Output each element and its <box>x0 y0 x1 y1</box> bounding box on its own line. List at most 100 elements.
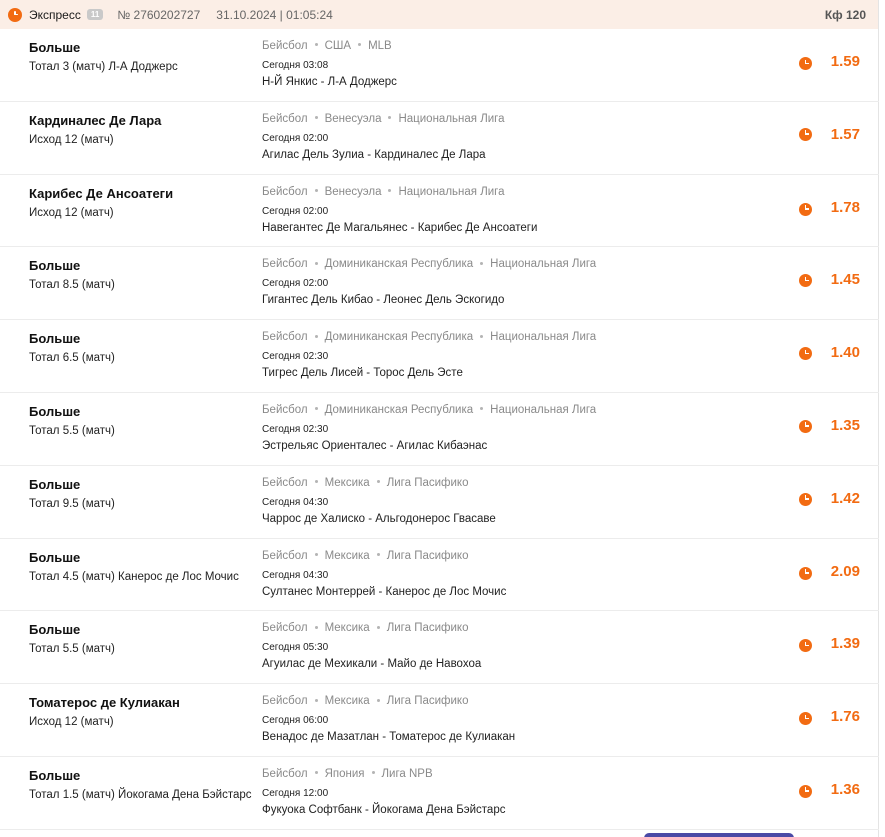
bet-row[interactable]: Больше Тотал 5.5 (матч) Бейсбол Мексика Ли… <box>0 611 879 685</box>
league-label: Лига Пасифико <box>386 622 469 635</box>
event-info: Бейсбол США MLB Сегодня 03:08 Н-Й Янкис - … <box>262 39 762 90</box>
clock-icon <box>799 712 812 726</box>
event-time: Сегодня 02:00 <box>262 132 329 144</box>
event-time: Сегодня 02:30 <box>262 351 329 363</box>
bet-outcome: Карибес Де Ансоатеги Исход 12 (матч) <box>29 186 254 222</box>
separator-dot <box>314 698 318 702</box>
country-label: Доминиканская Республика <box>324 331 474 344</box>
market-name: Тотал 6.5 (матч) <box>29 352 115 365</box>
league-label: Национальная Лига <box>490 331 597 344</box>
match-name[interactable]: Султанес Монтеррей - Канерос де Лос Мочи… <box>262 585 762 600</box>
league-label: Лига Пасифико <box>386 549 469 562</box>
bet-row[interactable]: Больше Тотал 4.5 (матч) Канерос де Лос М… <box>0 539 879 612</box>
event-time: Сегодня 06:00 <box>262 715 329 727</box>
event-info: Бейсбол Мексика Лига Пасифико Сегодня 06:0… <box>262 694 762 745</box>
event-time: Сегодня 02:30 <box>262 423 329 435</box>
clock-icon <box>799 202 812 216</box>
separator-dot <box>376 698 380 702</box>
bet-outcome: Больше Тотал 1.5 (матч) Йокогама Дена Бэ… <box>29 768 254 804</box>
total-coefficient: Кф 120 <box>824 7 866 22</box>
bet-outcome: Больше Тотал 5.5 (матч) <box>29 404 254 440</box>
bet-outcome: Больше Тотал 9.5 (матч) <box>29 477 254 513</box>
bet-row[interactable]: Больше Тотал 3 (матч) Л-А Доджерс Бейсбо… <box>0 29 879 102</box>
league-path: Бейсбол Мексика Лига Пасифико <box>262 549 762 564</box>
market-name: Исход 12 (матч) <box>29 716 114 729</box>
selection-name: Больше <box>29 258 81 274</box>
country-label: Доминиканская Республика <box>324 403 474 416</box>
bet-row[interactable]: Кардиналес Де Лара Исход 12 (матч) Бейсб… <box>0 102 879 175</box>
league-path: Бейсбол Япония Лига NPB <box>262 767 762 782</box>
bet-row[interactable]: Больше Тотал 9.5 (матч) Бейсбол Мексика Ли… <box>0 466 879 539</box>
league-label: Лига NPB <box>381 767 433 780</box>
bet-row[interactable]: Томатерос де Кулиакан Исход 12 (матч) Бе… <box>0 684 879 757</box>
sport-label: Бейсбол <box>262 695 308 708</box>
clock-icon <box>799 347 812 361</box>
bet-outcome: Больше Тотал 5.5 (матч) <box>29 622 254 658</box>
event-info: Бейсбол Мексика Лига Пасифико Сегодня 05:3… <box>262 621 762 672</box>
coupon-datetime: 31.10.2024 | 01:05:24 <box>216 7 333 22</box>
odds-value: 1.42 <box>830 489 860 507</box>
event-time: Сегодня 02:00 <box>262 278 329 290</box>
match-name[interactable]: Чаррос де Халиско - Альгодонерос Гвасаве <box>262 512 762 527</box>
bet-type-label: Экспресс <box>29 7 81 22</box>
country-label: Мексика <box>324 695 370 708</box>
separator-dot <box>371 771 375 775</box>
market-name: Тотал 9.5 (матч) <box>29 497 115 510</box>
separator-dot <box>358 43 362 47</box>
odds-value: 1.59 <box>830 53 860 70</box>
selection-name: Томатерос де Кулиакан <box>29 695 180 711</box>
match-name[interactable]: Агуилас де Мехикали - Майо де Навохоа <box>262 657 762 672</box>
market-name: Исход 12 (матч) <box>29 133 114 146</box>
selection-name: Больше <box>29 40 81 55</box>
clock-icon <box>799 127 812 141</box>
selection-name: Больше <box>29 767 81 783</box>
odds-value: 1.76 <box>830 708 860 726</box>
bet-row[interactable]: Больше Тотал 6.5 (матч) Бейсбол Доминикан… <box>0 320 879 393</box>
coupon-header[interactable]: Экспресс 11 № 2760202727 31.10.2024 | 01… <box>0 0 878 29</box>
bet-list: Больше Тотал 3 (матч) Л-А Доджерс Бейсбо… <box>0 29 879 830</box>
league-path: Бейсбол Мексика Лига Пасифико <box>262 476 762 491</box>
odds-value: 1.40 <box>830 344 860 362</box>
event-time: Сегодня 02:00 <box>262 205 329 217</box>
separator-dot <box>314 625 318 629</box>
country-label: США <box>324 40 352 52</box>
match-name[interactable]: Фукуока Софтбанк - Йокогама Дена Бэйстар… <box>262 803 762 818</box>
sport-label: Бейсбол <box>262 403 308 416</box>
bet-row[interactable]: Карибес Де Ансоатеги Исход 12 (матч) Бей… <box>0 175 879 248</box>
sport-label: Бейсбол <box>262 258 308 271</box>
clock-icon <box>799 639 812 653</box>
separator-dot <box>314 480 318 484</box>
country-label: Доминиканская Республика <box>324 258 474 271</box>
league-path: Бейсбол Мексика Лига Пасифико <box>262 621 762 636</box>
selection-name: Карибес Де Ансоатеги <box>29 185 174 201</box>
match-name[interactable]: Гигантес Дель Кибао - Леонес Дель Эскоги… <box>262 293 762 308</box>
action-button[interactable] <box>644 833 794 837</box>
clock-icon <box>799 274 812 288</box>
event-time: Сегодня 12:00 <box>262 787 329 799</box>
clock-icon <box>799 57 812 70</box>
league-path: Бейсбол Доминиканская Республика Националь… <box>262 403 762 418</box>
match-name[interactable]: Эстрельяс Ориенталес - Агилас Кибаэнас <box>262 439 762 454</box>
market-name: Тотал 5.5 (матч) <box>29 643 115 656</box>
separator-dot <box>388 116 392 120</box>
market-name: Тотал 5.5 (матч) <box>29 424 115 437</box>
league-label: MLB <box>368 40 392 52</box>
match-name[interactable]: Агилас Дель Зулиа - Кардиналес Де Лара <box>262 148 762 163</box>
bet-row[interactable]: Больше Тотал 8.5 (матч) Бейсбол Доминикан… <box>0 247 879 321</box>
match-name[interactable]: Тигрес Дель Лисей - Торос Дель Эсте <box>262 366 762 381</box>
sport-label: Бейсбол <box>262 767 308 780</box>
market-name: Тотал 4.5 (матч) Канерос де Лос Мочис <box>29 570 239 583</box>
bet-row[interactable]: Больше Тотал 1.5 (матч) Йокогама Дена Бэ… <box>0 757 879 830</box>
league-label: Национальная Лига <box>490 403 597 416</box>
match-name[interactable]: Навегантес Де Магальянес - Карибес Де Ан… <box>262 221 762 236</box>
bet-row[interactable]: Больше Тотал 5.5 (матч) Бейсбол Доминикан… <box>0 393 879 466</box>
match-name[interactable]: Н-Й Янкис - Л-А Доджерс <box>262 75 762 90</box>
league-path: Бейсбол Доминиканская Республика Националь… <box>262 257 762 272</box>
selection-name: Кардиналес Де Лара <box>29 112 162 128</box>
match-name[interactable]: Венадос де Мазатлан - Томатерос де Кулиа… <box>262 730 762 745</box>
odds-value: 2.09 <box>830 562 860 580</box>
country-label: Венесуэла <box>324 112 382 125</box>
bet-coupon: Экспресс 11 № 2760202727 31.10.2024 | 01… <box>0 0 879 837</box>
bet-outcome: Больше Тотал 4.5 (матч) Канерос де Лос М… <box>29 550 254 586</box>
separator-dot <box>388 189 392 193</box>
